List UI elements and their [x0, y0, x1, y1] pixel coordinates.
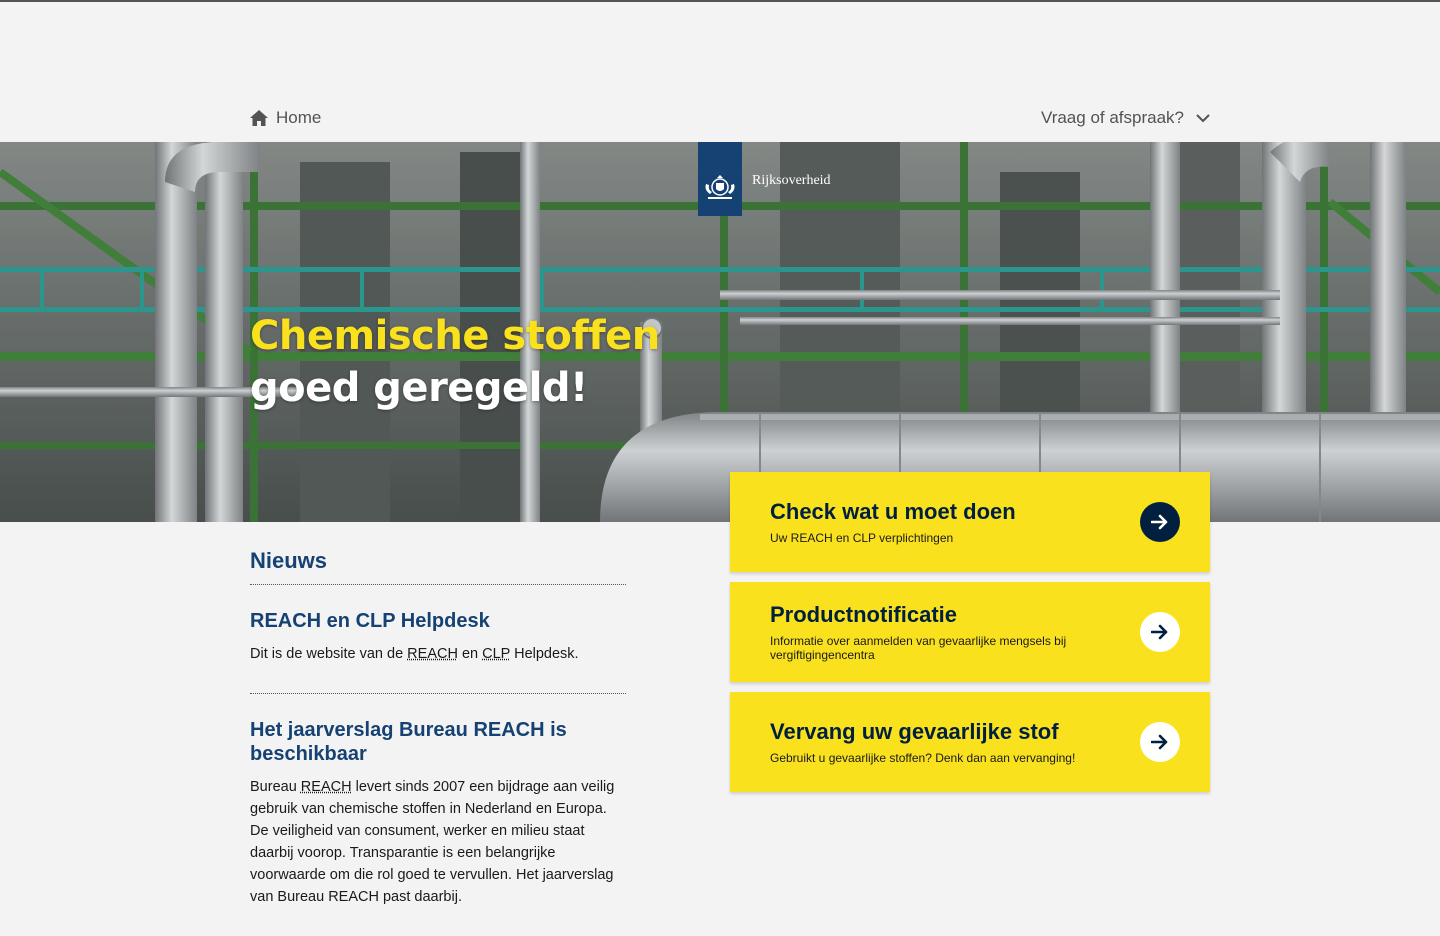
- card-subtitle: Informatie over aanmelden van gevaarlijk…: [770, 634, 1067, 662]
- logo-wordmark: Rijksoverheid: [752, 173, 831, 188]
- hero-title-line2: goed geregeld!: [250, 365, 588, 411]
- abbr-clp: CLP: [482, 646, 511, 662]
- coat-of-arms-icon: [705, 175, 735, 199]
- abbr-reach: REACH: [300, 779, 352, 795]
- news-heading: Nieuws: [250, 548, 626, 585]
- news-text-part: en: [457, 646, 483, 662]
- question-label: Vraag of afspraak?: [1040, 108, 1184, 127]
- chevron-down-icon: [1196, 108, 1210, 128]
- news-item: REACH en CLP Helpdesk Dit is de website …: [250, 585, 626, 694]
- news-text-part: Dit is de website van de: [250, 646, 408, 662]
- news-text: Bureau REACH levert sinds 2007 een bijdr…: [250, 776, 626, 908]
- arrow-right-icon[interactable]: [1140, 722, 1180, 762]
- action-cards: Check wat u moet doen Uw REACH en CLP ve…: [730, 472, 1210, 802]
- question-dropdown[interactable]: Vraag of afspraak?: [1041, 108, 1210, 128]
- card-productnotificatie[interactable]: Productnotificatie Informatie over aanme…: [730, 582, 1210, 682]
- card-subtitle: Uw REACH en CLP verplichtingen: [770, 531, 954, 545]
- news-text: Dit is de website van de REACH en CLP He…: [250, 643, 626, 665]
- news-text-part: levert sinds 2007 een bijdrage aan veili…: [250, 779, 615, 905]
- card-check-obligations[interactable]: Check wat u moet doen Uw REACH en CLP ve…: [730, 472, 1210, 572]
- top-border: [0, 0, 1440, 2]
- news-title-link[interactable]: REACH en CLP Helpdesk: [250, 609, 626, 633]
- card-subtitle: Gebruikt u gevaarlijke stoffen? Denk dan…: [770, 751, 1076, 765]
- card-title: Check wat u moet doen: [770, 499, 1016, 524]
- top-navigation: Home Vraag of afspraak?: [250, 100, 1210, 136]
- home-label: Home: [276, 108, 322, 127]
- hero-title-line1: Chemische stoffen: [250, 313, 660, 359]
- abbr-reach: REACH: [407, 646, 458, 662]
- arrow-right-icon[interactable]: [1140, 612, 1180, 652]
- news-text-part: Helpdesk.: [510, 646, 579, 662]
- news-title-link[interactable]: Het jaarverslag Bureau REACH is beschikb…: [250, 718, 626, 766]
- news-text-part: Bureau: [250, 779, 301, 795]
- news-section: Nieuws REACH en CLP Helpdesk Dit is de w…: [250, 548, 626, 936]
- rijksoverheid-logo[interactable]: [698, 142, 742, 216]
- home-link[interactable]: Home: [250, 108, 321, 128]
- card-title: Vervang uw gevaarlijke stof: [770, 719, 1059, 744]
- hero-title: Chemische stoffen goed geregeld!: [250, 310, 660, 414]
- card-replace-substance[interactable]: Vervang uw gevaarlijke stof Gebruikt u g…: [730, 692, 1210, 792]
- arrow-right-icon[interactable]: [1140, 502, 1180, 542]
- home-icon: [250, 110, 268, 126]
- card-title: Productnotificatie: [770, 602, 958, 627]
